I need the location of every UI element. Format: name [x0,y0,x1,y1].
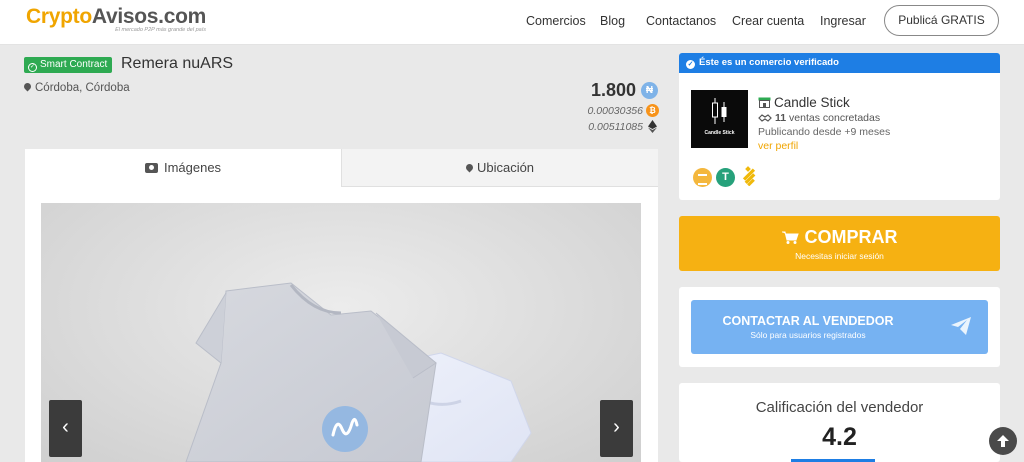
seller-name[interactable]: Candle Stick [774,95,850,110]
verified-seller-bar: ✓ Éste es un comercio verificado [679,53,1000,73]
nav-link-contactanos[interactable]: Contactanos [646,14,716,28]
product-title: Remera nuARS [121,55,234,72]
nav-link-comercios[interactable]: Comercios [526,14,586,28]
nuars-icon: ₦ [641,82,658,99]
buy-sublabel: Necesitas iniciar sesión [795,251,884,261]
tab-location-label: Ubicación [476,160,535,175]
paper-plane-icon [951,317,971,335]
handshake-icon [758,114,772,122]
contact-label: CONTACTAR AL VENDEDOR [722,314,894,328]
store-icon [758,97,771,108]
gallery-next-button[interactable]: › [600,400,633,457]
seller-card: ✓ Éste es un comercio verificado Candle S… [679,53,1000,200]
navbar: CryptoAvisos.com El mercado P2P más gran… [0,0,1024,45]
seller-logo[interactable]: Candle Stick [691,90,748,148]
price-main: 1.800 [590,80,636,100]
shopping-cart-icon [781,231,799,244]
product-location-label: Córdoba, Córdoba [35,82,130,94]
nav-link-blog[interactable]: Blog [600,14,625,28]
publish-free-button[interactable]: Publicá GRATIS [884,5,999,36]
verified-seller-label: Éste es un comercio verificado [699,57,839,68]
logo-crypto-text: Crypto [26,5,92,28]
rating-value: 4.2 [822,423,857,451]
ethereum-icon [648,120,657,133]
seller-sales-label: ventas concretadas [789,112,881,124]
buy-label-row: COMPRAR [679,227,1000,248]
seller-sales: 11 ventas concretadas [775,112,880,124]
tether-icon [716,168,735,187]
seller-profile-link[interactable]: ver perfil [758,140,798,152]
seller-since: Publicando desde +9 meses [758,126,891,138]
nav-link-ingresar[interactable]: Ingresar [820,14,866,28]
contact-seller-button[interactable]: CONTACTAR AL VENDEDOR Sólo para usuarios… [691,300,988,354]
contact-sublabel: Sólo para usuarios registrados [750,330,866,340]
tab-images[interactable]: Imágenes [25,149,341,187]
scroll-to-top-button[interactable] [989,427,1017,455]
logo-avisos-text: Avisos.com [91,5,206,28]
price-eth: 0.00511085 [588,121,643,133]
map-marker-icon [466,164,473,173]
buy-button[interactable]: COMPRAR Necesitas iniciar sesión [679,216,1000,271]
candlestick-icon [712,98,727,124]
seller-logo-text: Candle Stick [704,130,735,136]
binance-usd-icon [742,166,756,186]
nav-link-crear-cuenta[interactable]: Crear cuenta [732,14,804,28]
smart-contract-label: Smart Contract [40,59,108,70]
gallery-prev-button[interactable]: ‹ [49,400,82,457]
buy-label: COMPRAR [804,227,898,247]
tshirt-illustration [185,282,532,462]
media-tabs: Imágenes Ubicación [25,149,658,187]
product-location: Córdoba, Córdoba [24,82,130,94]
bitcoin-icon: ₿ [646,104,659,117]
price-btc: 0.00030356 [587,105,643,117]
tab-images-label: Imágenes [163,160,222,175]
product-image[interactable] [41,203,641,462]
dai-icon [693,168,712,187]
check-circle-icon: ✓ [686,60,695,69]
tab-location[interactable]: Ubicación [341,149,658,187]
rating-title: Calificación del vendedor [755,399,924,416]
arrow-up-icon [997,435,1009,447]
map-marker-icon [24,83,31,92]
check-circle-icon: ✓ [28,63,37,72]
seller-rating-card: Calificación del vendedor 4.2 [679,383,1000,462]
seller-sales-count: 11 [775,112,787,124]
site-logo[interactable]: CryptoAvisos.com El mercado P2P más gran… [26,5,206,34]
smart-contract-badge: ✓ Smart Contract [24,57,113,73]
camera-icon [144,163,158,173]
